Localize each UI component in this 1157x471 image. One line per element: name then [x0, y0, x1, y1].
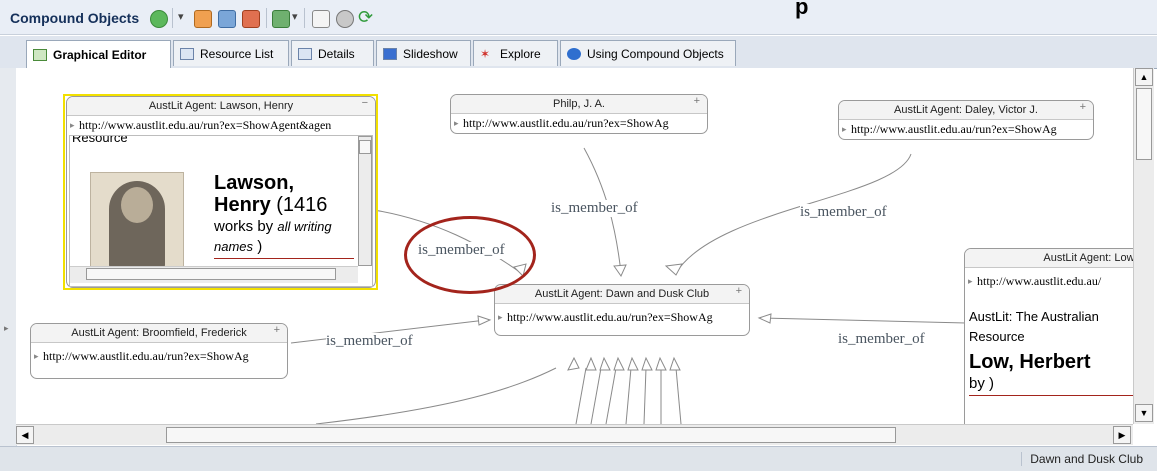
edge-label[interactable]: is_member_of [838, 331, 925, 348]
edge-low-dawn [760, 317, 967, 324]
tab-bar: Graphical Editor Resource List Details S… [0, 36, 1157, 69]
node-title: Philp, J. A. [451, 95, 707, 114]
node-url[interactable]: http://www.austlit.edu.au/run?ex=ShowAg [31, 347, 287, 365]
edge-bottom-8 [675, 367, 682, 424]
node-url[interactable]: http://www.austlit.edu.au/run?ex=ShowAg [839, 120, 1093, 138]
work-count: (1416 [270, 194, 328, 216]
node-url[interactable]: http://www.austlit.edu.au/run?ex=ShowAg [451, 114, 707, 132]
edge-bottom-4 [605, 367, 617, 424]
watermark-text: p [795, 0, 809, 19]
preview-vscroll-thumb[interactable] [359, 140, 371, 154]
tab-graphical-editor[interactable]: Graphical Editor [26, 40, 171, 68]
portrait-image [90, 172, 184, 270]
node-title: AustLit Agent: Broomfield, Frederick [31, 324, 287, 343]
arrowhead [613, 264, 627, 278]
settings-icon[interactable] [336, 10, 354, 28]
expand-icon[interactable]: + [1080, 101, 1086, 113]
info-icon [567, 47, 581, 60]
preview-hscroll-thumb[interactable] [86, 268, 336, 280]
expand-icon[interactable]: + [736, 285, 742, 297]
preview-vscroll[interactable] [358, 136, 372, 266]
agent-name: Low, Herbert [969, 351, 1091, 373]
arrowhead [567, 356, 580, 371]
scroll-down-icon[interactable]: ▼ [1135, 404, 1153, 422]
agent-name: Lawson, [214, 172, 295, 194]
tab-resource-list[interactable]: Resource List [173, 40, 289, 66]
export-icon[interactable] [242, 10, 260, 28]
list-icon [180, 47, 194, 60]
canvas-hscroll[interactable]: ◀ ▶ [16, 424, 1133, 445]
node-url[interactable]: http://www.austlit.edu.au/run?ex=ShowAg [495, 308, 749, 326]
all-writing-link[interactable]: all writing [277, 219, 331, 234]
edge-bottom-3 [590, 367, 602, 424]
edge-bottom-6 [643, 367, 647, 424]
expand-icon[interactable]: + [274, 324, 280, 336]
node-title: AustLit Agent: Lawson, Henry [67, 97, 375, 116]
add-icon[interactable] [150, 10, 168, 28]
expand-arrow-icon[interactable]: ▸ [4, 323, 9, 334]
status-bar: Dawn and Dusk Club [0, 446, 1157, 471]
slideshow-icon [383, 47, 397, 60]
tab-slideshow[interactable]: Slideshow [376, 40, 471, 66]
preview-heading: Resource [72, 135, 128, 145]
save-icon[interactable] [218, 10, 236, 28]
new-icon[interactable] [194, 10, 212, 28]
arrowhead [477, 315, 492, 326]
tab-details[interactable]: Details [291, 40, 374, 66]
annotation-circle [404, 216, 536, 294]
explore-icon: ✶ [480, 46, 491, 61]
scroll-left-icon[interactable]: ◀ [16, 426, 34, 444]
edge-label[interactable]: is_member_of [800, 204, 887, 221]
scroll-up-icon[interactable]: ▲ [1135, 68, 1153, 86]
details-icon [298, 47, 312, 60]
node-url[interactable]: http://www.austlit.edu.au/run?ex=ShowAge… [67, 116, 375, 134]
document-icon[interactable] [312, 10, 330, 28]
tab-using-compound-objects[interactable]: Using Compound Objects [560, 40, 736, 66]
graph-icon [33, 48, 47, 61]
arrowhead [664, 263, 683, 276]
dropdown-icon[interactable]: ▾ [178, 10, 184, 23]
node-lawson[interactable]: AustLit Agent: Lawson, Henry − http://ww… [66, 96, 376, 288]
scroll-right-icon[interactable]: ▶ [1113, 426, 1131, 444]
graph-canvas[interactable]: AustLit Agent: Lawson, Henry − http://ww… [16, 68, 1133, 424]
collapse-icon[interactable]: − [362, 97, 368, 109]
edge-bottom-1 [315, 367, 557, 424]
node-title: AustLit Agent: Low, [965, 249, 1133, 268]
dropdown-icon[interactable]: ▾ [292, 10, 298, 23]
node-url[interactable]: http://www.austlit.edu.au/ [965, 272, 1133, 290]
agent-name-2: Henry [214, 194, 271, 216]
status-text: Dawn and Dusk Club [1021, 452, 1143, 466]
node-broomfield[interactable]: AustLit Agent: Broomfield, Frederick + h… [30, 323, 288, 379]
node-low[interactable]: AustLit Agent: Low, http://www.austlit.e… [964, 248, 1133, 424]
vscroll-thumb[interactable] [1136, 88, 1152, 160]
node-title: AustLit Agent: Daley, Victor J. [839, 101, 1093, 120]
refresh-icon[interactable]: ⟳ [358, 7, 373, 28]
node-title: AustLit Agent: Dawn and Dusk Club [495, 285, 749, 304]
hscroll-thumb[interactable] [166, 427, 896, 443]
arrowhead [757, 313, 772, 324]
edge-bottom-5 [625, 367, 632, 424]
node-daley[interactable]: AustLit Agent: Daley, Victor J. + http:/… [838, 100, 1094, 140]
app-title: Compound Objects [10, 10, 140, 26]
edge-label[interactable]: is_member_of [551, 200, 638, 217]
publish-icon[interactable] [272, 10, 290, 28]
canvas-vscroll[interactable]: ▲ ▼ [1133, 68, 1154, 424]
tab-explore[interactable]: ✶ Explore [473, 40, 558, 66]
node-dawn-and-dusk-club[interactable]: AustLit Agent: Dawn and Dusk Club + http… [494, 284, 750, 336]
expand-icon[interactable]: + [694, 95, 700, 107]
edge-label[interactable]: is_member_of [326, 333, 413, 350]
node-philp[interactable]: Philp, J. A. + http://www.austlit.edu.au… [450, 94, 708, 134]
resource-preview: Resource Lawson, Henry (1416 works by al… [69, 135, 373, 287]
left-collapse-strip[interactable]: ▸ [0, 68, 17, 446]
edge-bottom-2 [575, 367, 587, 424]
top-toolbar: Compound Objects ▾ ▾ ⟳ p [0, 0, 1157, 35]
